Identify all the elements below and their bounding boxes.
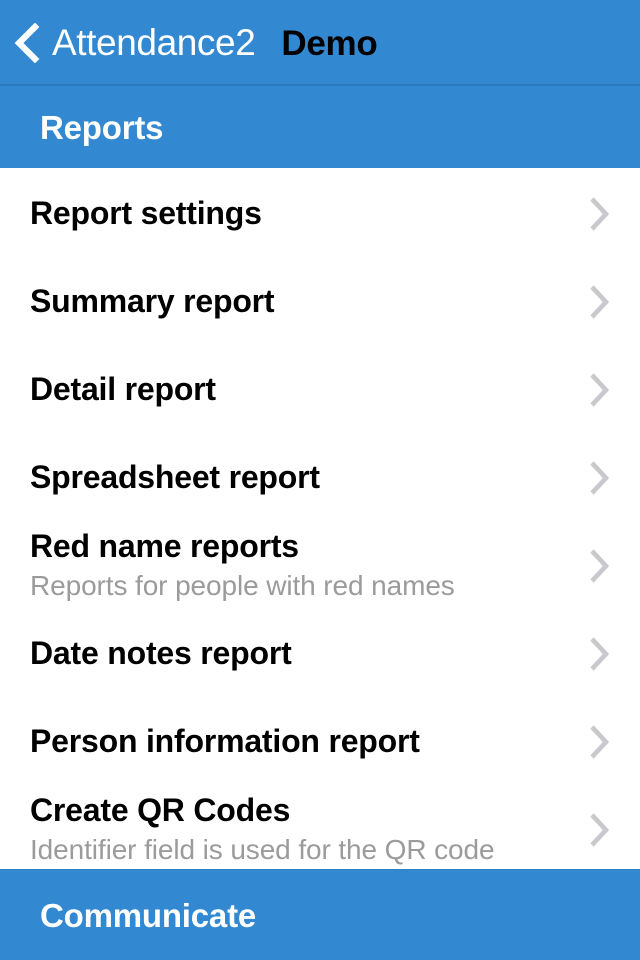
list-item-text: Spreadsheet report	[30, 459, 572, 496]
list-item-text: Date notes report	[30, 635, 572, 672]
list-item-create-qr-codes[interactable]: Create QR Codes Identifier field is used…	[0, 786, 640, 869]
list-item-date-notes-report[interactable]: Date notes report	[0, 610, 640, 698]
section-header-communicate-label: Communicate	[40, 896, 257, 934]
chevron-right-icon	[590, 373, 610, 407]
chevron-right-icon	[590, 197, 610, 231]
list-item-report-settings[interactable]: Report settings	[0, 170, 640, 258]
list-item-title: Create QR Codes	[30, 792, 291, 829]
list-item-title: Person information report	[30, 723, 420, 760]
list-item-person-information-report[interactable]: Person information report	[0, 698, 640, 786]
back-button[interactable]: Attendance2	[14, 0, 259, 84]
list-item-text: Summary report	[30, 283, 572, 320]
page-title: Demo	[281, 23, 378, 63]
app-screen: Attendance2 Demo Reports Report settings…	[0, 0, 640, 960]
list-item-detail-report[interactable]: Detail report	[0, 346, 640, 434]
list-item-subtitle: Reports for people with red names	[30, 570, 455, 602]
list-item-title: Summary report	[30, 283, 275, 320]
list-item-text: Report settings	[30, 195, 572, 232]
section-header-reports: Reports	[0, 86, 640, 168]
chevron-left-icon	[14, 23, 40, 63]
list-item-text: Red name reports Reports for people with…	[30, 528, 572, 602]
list-item-title: Detail report	[30, 371, 216, 408]
list-item-text: Create QR Codes Identifier field is used…	[30, 792, 572, 866]
list-item-text: Person information report	[30, 723, 572, 760]
list-item-summary-report[interactable]: Summary report	[0, 258, 640, 346]
chevron-right-icon	[590, 813, 610, 847]
list-item-title: Red name reports	[30, 528, 299, 565]
list-item-title: Report settings	[30, 195, 262, 232]
list-item-title: Date notes report	[30, 635, 292, 672]
chevron-right-icon	[590, 285, 610, 319]
reports-list: Report settings Summary report Detail re…	[0, 168, 640, 869]
navigation-bar: Attendance2 Demo	[0, 0, 640, 86]
list-item-subtitle: Identifier field is used for the QR code	[30, 834, 495, 866]
list-item-text: Detail report	[30, 371, 572, 408]
chevron-right-icon	[590, 461, 610, 495]
list-item-red-name-reports[interactable]: Red name reports Reports for people with…	[0, 522, 640, 610]
chevron-right-icon	[590, 725, 610, 759]
section-header-reports-label: Reports	[40, 108, 164, 146]
chevron-right-icon	[590, 637, 610, 671]
list-item-spreadsheet-report[interactable]: Spreadsheet report	[0, 434, 640, 522]
list-item-title: Spreadsheet report	[30, 459, 320, 496]
chevron-right-icon	[590, 549, 610, 583]
back-button-label: Attendance2	[52, 21, 256, 63]
section-header-communicate: Communicate	[0, 869, 640, 960]
